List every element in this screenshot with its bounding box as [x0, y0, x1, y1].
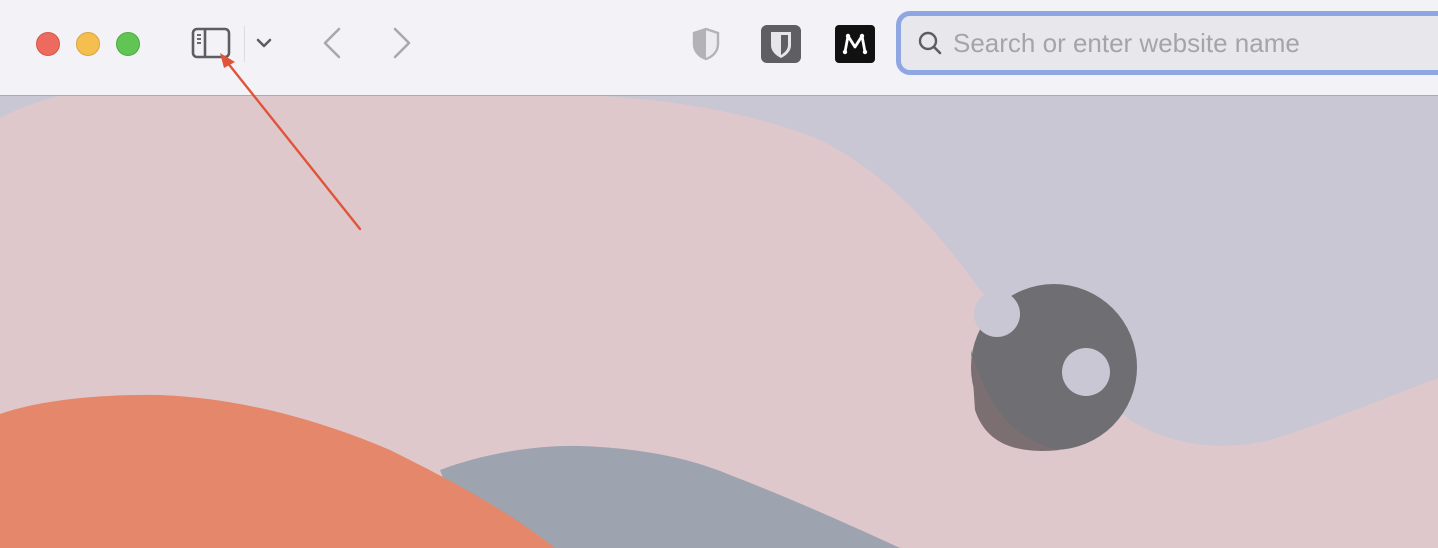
- minimize-window-button[interactable]: [76, 32, 100, 56]
- privacy-report-button[interactable]: [686, 24, 726, 64]
- sidebar-icon: [191, 27, 231, 59]
- back-button[interactable]: [316, 24, 348, 62]
- bitwarden-extension-button[interactable]: [760, 24, 802, 64]
- wallpaper: [0, 96, 1438, 548]
- shield-icon: [692, 27, 720, 61]
- bitwarden-shield-icon: [761, 25, 801, 63]
- medium-extension-button[interactable]: [834, 24, 876, 64]
- moon-planet-icon: [971, 284, 1137, 451]
- tab-group-menu-button[interactable]: [252, 30, 276, 56]
- toolbar-divider: [244, 26, 245, 62]
- medium-m-icon: [835, 25, 875, 63]
- magnifier-icon: [918, 31, 942, 55]
- chevron-left-icon: [323, 27, 341, 59]
- address-bar[interactable]: [896, 11, 1438, 75]
- close-window-button[interactable]: [36, 32, 60, 56]
- search-input[interactable]: [951, 26, 1435, 60]
- browser-toolbar: [0, 0, 1438, 96]
- maximize-window-button[interactable]: [116, 32, 140, 56]
- sidebar-toggle-button[interactable]: [190, 26, 232, 60]
- chevron-down-icon: [256, 38, 272, 48]
- forward-button[interactable]: [386, 24, 418, 62]
- chevron-right-icon: [393, 27, 411, 59]
